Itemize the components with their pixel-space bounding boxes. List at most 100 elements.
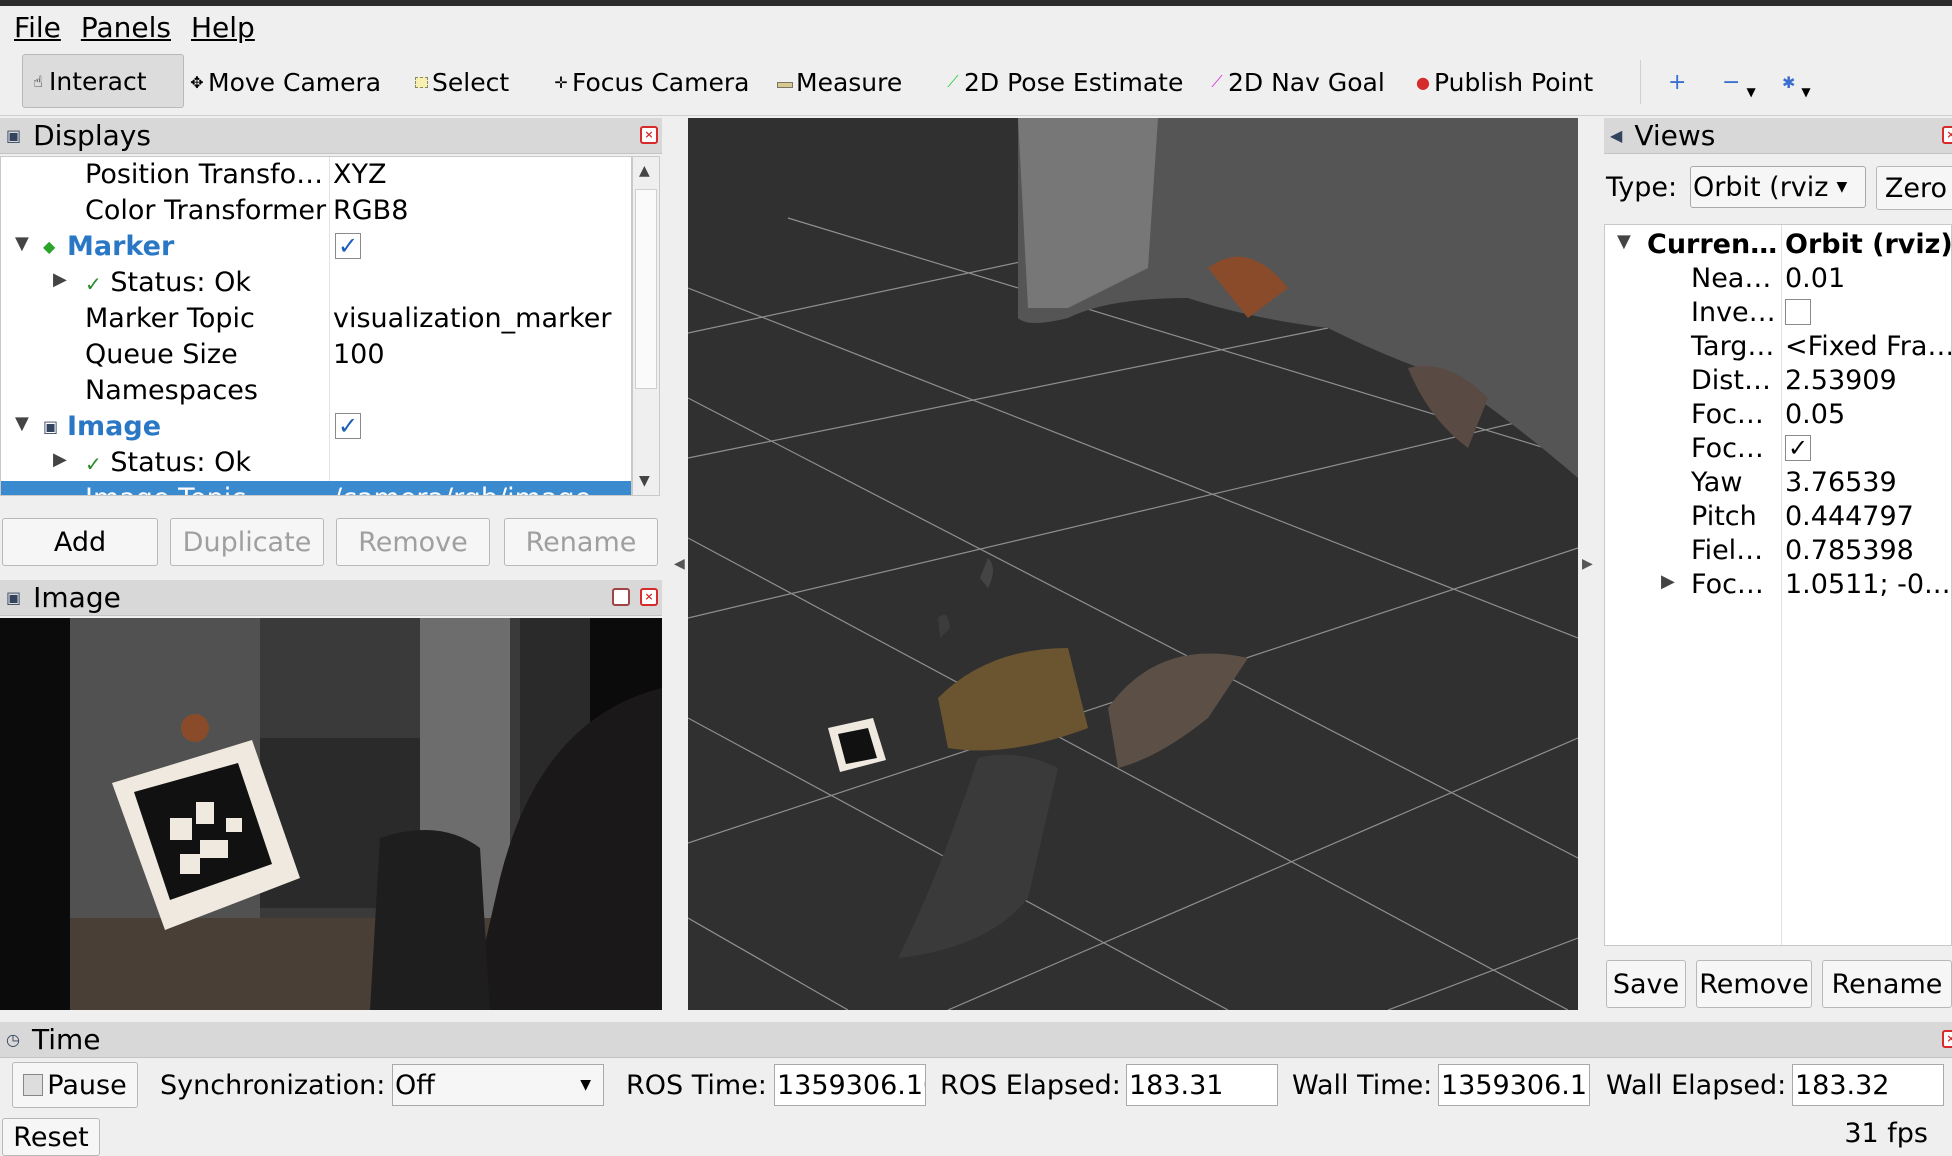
focus-camera-tool-button[interactable]: ✛ Focus Camera (552, 58, 749, 106)
tree-row[interactable]: ▶ ✓ Status: Ok (1, 265, 631, 301)
invert-z-checkbox[interactable] (1785, 299, 1811, 325)
expand-arrow-icon[interactable]: ▶ (1661, 571, 1675, 592)
view-prop-row[interactable]: Foc… 0.05 (1605, 397, 1951, 431)
scroll-up-icon[interactable]: ▲ (639, 163, 650, 179)
tree-row[interactable]: Queue Size 100 (1, 337, 631, 373)
views-header: ◀ Views (1604, 118, 1952, 154)
image-enabled-checkbox[interactable]: ✓ (335, 413, 361, 439)
duplicate-display-button[interactable]: Duplicate (170, 518, 324, 566)
tree-row[interactable]: Namespaces (1, 373, 631, 409)
reset-button[interactable]: Reset (2, 1118, 100, 1156)
checkmark-icon: ✓ (85, 272, 102, 296)
select-tool-button[interactable]: Select (412, 58, 509, 106)
menubar: File Panels Help (0, 6, 1952, 48)
synchronization-select[interactable]: Off ▼ (392, 1064, 604, 1106)
close-icon[interactable]: × (1942, 1030, 1952, 1048)
interact-tool-button[interactable]: ☝ Interact (22, 54, 184, 108)
add-display-button[interactable]: Add (2, 518, 158, 566)
collapse-right-icon[interactable]: ▶ (1582, 556, 1593, 572)
collapse-arrow-icon[interactable]: ▼ (15, 233, 29, 254)
ros-elapsed-field[interactable]: 183.31 (1126, 1064, 1278, 1106)
tree-row[interactable]: Color Transformer RGB8 (1, 193, 631, 229)
scrollbar-thumb[interactable] (635, 189, 657, 389)
collapse-arrow-icon[interactable]: ▼ (1617, 231, 1631, 252)
view-prop-row[interactable]: Pitch 0.444797 (1605, 499, 1951, 533)
close-icon[interactable]: × (1942, 126, 1952, 144)
tree-row[interactable]: ▶ ✓ Status: Ok (1, 445, 631, 481)
camera-image-view (0, 618, 662, 1010)
camera-image (0, 618, 662, 1010)
green-cube-icon: ◆ (43, 237, 56, 256)
minus-icon: − (1722, 69, 1741, 95)
crosshair-icon: ✛ (554, 72, 568, 92)
view-prop-row[interactable]: Targ… <Fixed Fra… (1605, 329, 1951, 363)
add-tool-button[interactable]: + (1668, 58, 1686, 106)
rename-view-button[interactable]: Rename (1822, 960, 1952, 1008)
view-prop-row[interactable]: Fiel… 0.785398 (1605, 533, 1951, 567)
close-icon[interactable]: × (640, 126, 658, 144)
marker-display-row[interactable]: ▼ ◆ Marker ✓ (1, 229, 631, 265)
image-icon: ▣ (6, 588, 22, 607)
displays-header: ▣ Displays (0, 118, 662, 154)
3d-scene (688, 118, 1578, 1010)
remove-tool-button[interactable]: − ▼ (1722, 58, 1756, 106)
image-icon: ▣ (43, 417, 59, 436)
expand-arrow-icon[interactable]: ▶ (53, 449, 67, 470)
tree-row[interactable]: Marker Topic visualization_marker (1, 301, 631, 337)
undock-icon[interactable] (612, 588, 630, 606)
focal-shape-checkbox[interactable]: ✓ (1785, 435, 1811, 461)
collapse-arrow-icon[interactable]: ▼ (15, 413, 29, 434)
pause-button[interactable]: Pause (12, 1062, 138, 1108)
zero-view-button[interactable]: Zero (1876, 166, 1952, 210)
select-box-icon (412, 73, 430, 92)
displays-tree[interactable]: Position Transfo… XYZ Color Transformer … (0, 156, 632, 496)
toolbar: ☝ Interact ✥ Move Camera Select ✛ Focus Cam… (0, 48, 1952, 116)
dropdown-arrow-icon: ▼ (580, 1077, 591, 1093)
save-view-button[interactable]: Save (1606, 960, 1686, 1008)
tool-properties-button[interactable]: ✱ ▼ (1782, 58, 1811, 106)
dropdown-arrow-icon: ▼ (1746, 85, 1756, 99)
collapse-left-icon[interactable]: ◀ (674, 556, 685, 572)
map-pin-icon: ● (1416, 72, 1430, 92)
current-view-row[interactable]: ▼ Curren… Orbit (rviz) (1605, 227, 1951, 261)
tree-row-selected[interactable]: Image Topic /camera/rgb/image (1, 481, 631, 495)
plus-icon: + (1668, 69, 1687, 95)
3d-render-view[interactable] (688, 118, 1578, 1010)
tree-row[interactable]: Position Transfo… XYZ (1, 157, 631, 193)
view-prop-row[interactable]: Nea… 0.01 (1605, 261, 1951, 295)
menu-help[interactable]: Help (191, 11, 255, 44)
image-display-row[interactable]: ▼ ▣ Image ✓ (1, 409, 631, 445)
magenta-arrow-icon: ⟋ (1211, 72, 1223, 91)
green-arrow-icon: ⟋ (947, 72, 959, 91)
ros-time-field[interactable]: 1359306.10 (774, 1064, 926, 1106)
measure-tool-button[interactable]: Measure (776, 58, 902, 106)
fps-readout: 31 fps (1844, 1118, 1928, 1149)
view-prop-row[interactable]: Inve… (1605, 295, 1951, 329)
menu-file[interactable]: File (14, 11, 61, 44)
wall-time-field[interactable]: 1359306.13 (1438, 1064, 1590, 1106)
view-prop-row[interactable]: Yaw 3.76539 (1605, 465, 1951, 499)
close-icon[interactable]: × (640, 588, 658, 606)
status-ok-label: ✓ Status: Ok (85, 267, 251, 298)
checkmark-icon: ✓ (85, 452, 102, 476)
publish-point-tool-button[interactable]: ● Publish Point (1414, 58, 1593, 106)
nav-goal-tool-button[interactable]: ⟋ 2D Nav Goal (1208, 58, 1384, 106)
views-properties-tree[interactable]: ▼ Curren… Orbit (rviz) Nea… 0.01 Inve… T… (1604, 224, 1952, 946)
scroll-down-icon[interactable]: ▼ (639, 473, 650, 489)
view-prop-row[interactable]: Foc… ✓ (1605, 431, 1951, 465)
rename-display-button[interactable]: Rename (504, 518, 658, 566)
view-prop-row[interactable]: Dist… 2.53909 (1605, 363, 1951, 397)
remove-display-button[interactable]: Remove (336, 518, 490, 566)
move-camera-tool-button[interactable]: ✥ Move Camera (188, 58, 381, 106)
view-type-select[interactable]: Orbit (rviz ▼ (1690, 166, 1866, 208)
displays-scrollbar[interactable]: ▲ ▼ (632, 156, 660, 496)
expand-arrow-icon[interactable]: ▶ (53, 269, 67, 290)
wall-elapsed-field[interactable]: 183.32 (1792, 1064, 1944, 1106)
pose-estimate-tool-button[interactable]: ⟋ 2D Pose Estimate (944, 58, 1183, 106)
view-prop-row[interactable]: ▶ Foc… 1.0511; -0.… (1605, 567, 1951, 601)
remove-view-button[interactable]: Remove (1696, 960, 1812, 1008)
marker-enabled-checkbox[interactable]: ✓ (335, 233, 361, 259)
move-arrows-icon: ✥ (190, 72, 204, 92)
menu-panels[interactable]: Panels (81, 11, 171, 44)
displays-panel: ▣ Displays × Position Transfo… XYZ Color … (0, 118, 662, 498)
